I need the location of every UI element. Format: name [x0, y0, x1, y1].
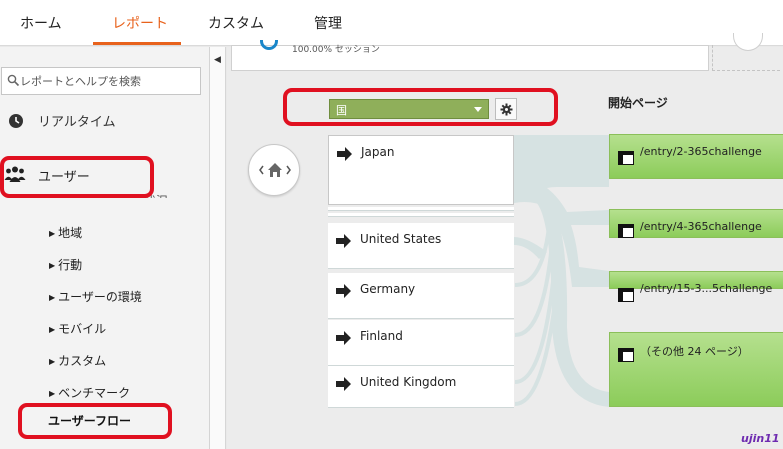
settings-button[interactable]	[495, 98, 517, 120]
start-pages-column-header: 開始ページ	[608, 96, 668, 110]
node-shadow	[328, 207, 514, 211]
country-label: Finland	[360, 329, 403, 343]
country-label: Japan	[361, 145, 395, 159]
triangle-right-icon: ▶	[49, 325, 56, 334]
users-icon	[4, 166, 26, 182]
country-node-united-states[interactable]: United States	[328, 223, 514, 265]
country-node-finland[interactable]: Finland	[328, 320, 514, 362]
clock-icon	[9, 114, 23, 128]
flow-band	[514, 226, 551, 287]
page-layout-icon	[618, 151, 634, 165]
sidebar: リアルタイム ユーザー ユーザーの分布状況 ▶地域 ▶行動 ▶ユーザーの環境 ▶…	[0, 47, 210, 449]
start-page-node-entry-4[interactable]: /entry/4-365challenge	[609, 209, 783, 238]
start-page-node-entry-2[interactable]: /entry/2-365challenge	[609, 134, 783, 179]
search-box[interactable]	[1, 67, 201, 95]
home-icon	[259, 163, 291, 177]
nav-home[interactable]: ホーム	[20, 13, 62, 33]
sidebar-subitem-mobile[interactable]: ▶ モバイル	[49, 320, 106, 337]
country-label: United Kingdom	[360, 375, 457, 389]
search-input[interactable]	[20, 70, 198, 92]
node-shadow	[328, 404, 514, 408]
enter-arrow-icon	[336, 377, 351, 391]
sidebar-item-label: ユーザー	[38, 170, 90, 185]
sidebar-item-user-flow[interactable]: ユーザーフロー	[48, 412, 131, 429]
start-page-label: /entry/4-365challenge	[640, 220, 762, 233]
start-page-label: /entry/15-3...5challenge	[640, 282, 773, 295]
triangle-right-icon: ▶	[49, 389, 56, 398]
sidebar-item-overview[interactable]: ユーザーの分布状況	[60, 192, 168, 198]
top-navigation: ホーム レポート カスタム 管理	[0, 0, 783, 46]
triangle-right-icon: ▶	[49, 293, 56, 302]
search-icon	[7, 74, 20, 87]
page-layout-icon	[618, 348, 634, 362]
home-node-button[interactable]	[248, 144, 300, 196]
node-shadow	[328, 265, 514, 269]
start-page-label: /entry/2-365challenge	[640, 145, 762, 158]
sidebar-subitem-technology[interactable]: ▶ ユーザーの環境	[49, 288, 142, 305]
gear-icon	[500, 103, 513, 116]
country-node-japan[interactable]: Japan	[328, 135, 514, 205]
country-node-germany[interactable]: Germany	[328, 273, 514, 315]
node-shadow	[328, 315, 514, 319]
triangle-right-icon: ▶	[49, 261, 56, 270]
dimension-selected-value: 国	[336, 104, 347, 117]
sidebar-subitem-benchmark[interactable]: ▶ ベンチマーク	[49, 384, 130, 401]
dimension-dropdown[interactable]: 国	[329, 99, 489, 119]
triangle-left-icon: ◀	[214, 55, 221, 65]
sidebar-item-label: リアルタイム	[38, 115, 116, 130]
start-page-label: （その他 24 ページ）	[640, 345, 749, 358]
sidebar-subitem-geo[interactable]: ▶ 地域	[49, 224, 82, 241]
nav-reports[interactable]: レポート	[112, 13, 168, 33]
node-shadow	[328, 213, 514, 217]
start-page-node-other[interactable]: （その他 24 ページ）	[609, 332, 783, 407]
active-tab-indicator	[93, 42, 181, 45]
enter-arrow-icon	[336, 234, 351, 248]
nav-custom[interactable]: カスタム	[208, 13, 264, 33]
watermark: ujin11	[741, 432, 780, 445]
triangle-right-icon: ▶	[49, 357, 56, 366]
country-node-united-kingdom[interactable]: United Kingdom	[328, 366, 514, 404]
start-page-node-entry-15[interactable]: /entry/15-3...5challenge	[609, 271, 783, 302]
country-label: Germany	[360, 282, 416, 296]
triangle-right-icon: ▶	[49, 229, 56, 238]
chevron-down-icon	[474, 107, 482, 112]
sidebar-subitem-custom[interactable]: ▶ カスタム	[49, 352, 106, 369]
sidebar-subitem-behavior[interactable]: ▶ 行動	[49, 256, 82, 273]
country-label: United States	[360, 232, 442, 246]
enter-arrow-icon	[337, 147, 352, 161]
nav-admin[interactable]: 管理	[314, 13, 342, 33]
page-layout-icon	[618, 288, 634, 302]
page-layout-icon	[618, 224, 634, 238]
enter-arrow-icon	[336, 284, 351, 298]
sidebar-collapse-handle[interactable]: ◀	[210, 47, 226, 449]
enter-arrow-icon	[336, 331, 351, 345]
user-flow-canvas: 100.00% セッション 国 開始ページ Japan United State…	[227, 33, 783, 449]
